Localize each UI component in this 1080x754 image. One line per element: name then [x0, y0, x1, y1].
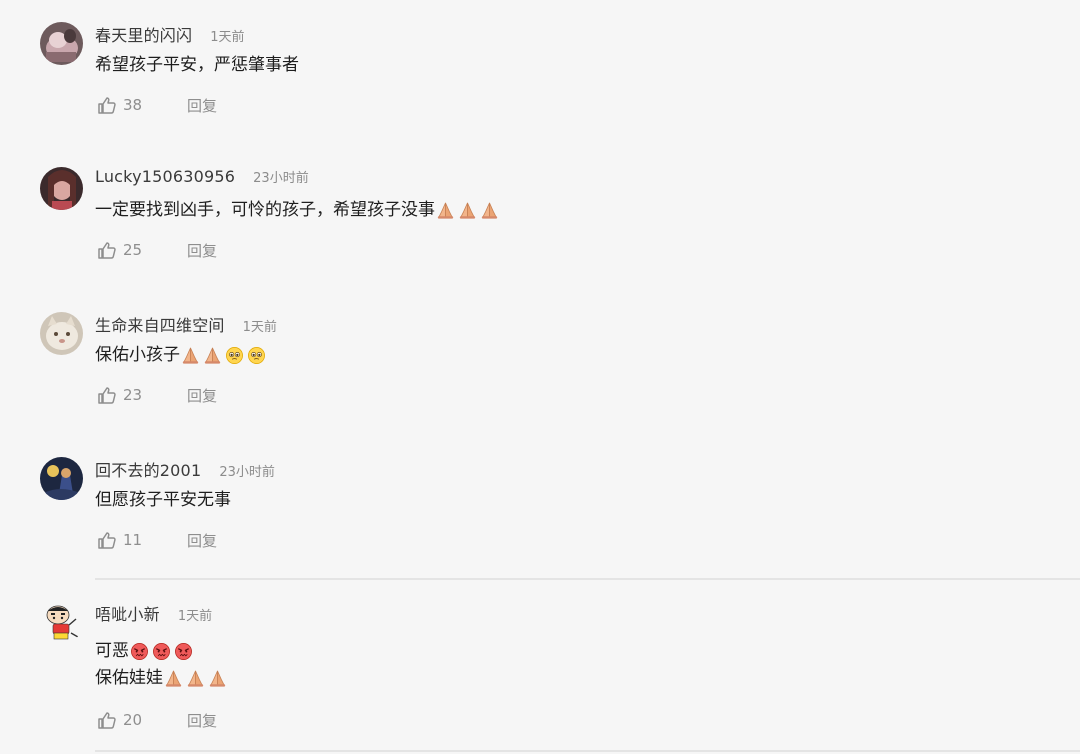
like-button[interactable]: 11	[97, 530, 187, 550]
reply-button[interactable]: 回复	[187, 240, 217, 261]
pray-emoji-icon	[203, 346, 222, 365]
comment-text: 希望孩子平安，严惩肇事者	[95, 55, 299, 75]
comment-text: 但愿孩子平安无事	[95, 490, 231, 510]
comment-item: 生命来自四维空间 1天前 保佑小孩子 23 回复	[0, 312, 1080, 422]
comment-item: 回不去的2001 23小时前 但愿孩子平安无事 11 回复	[0, 457, 1080, 567]
pray-emoji-icon	[186, 669, 205, 688]
thumbs-up-icon	[97, 710, 117, 730]
comment-actions: 25 回复	[97, 239, 217, 261]
like-count: 11	[123, 531, 143, 549]
like-button[interactable]: 25	[97, 240, 187, 260]
avatar[interactable]	[40, 312, 83, 355]
comment-line: 可恶	[95, 638, 230, 665]
comment-actions: 20 回复	[97, 709, 217, 731]
comment-line: 一定要找到凶手，可怜的孩子，希望孩子没事	[95, 197, 502, 224]
avatar[interactable]	[40, 167, 83, 210]
comment-actions: 11 回复	[97, 529, 217, 551]
comment-body: 保佑小孩子	[95, 342, 269, 369]
reply-button[interactable]: 回复	[187, 385, 217, 406]
avatar[interactable]	[40, 22, 83, 65]
comment-list: 春天里的闪闪 1天前 希望孩子平安，严惩肇事者 38 回复 Lucky15063…	[0, 0, 1080, 754]
thumbs-up-icon	[97, 530, 117, 550]
comment-header: 春天里的闪闪 1天前	[95, 22, 245, 46]
avatar-photo-cat-icon	[40, 312, 83, 355]
comment-header: Lucky150630956 23小时前	[95, 167, 309, 189]
thumbs-up-icon	[97, 385, 117, 405]
timestamp: 23小时前	[253, 171, 309, 186]
pray-emoji-icon	[164, 669, 183, 688]
comment-header: 生命来自四维空间 1天前	[95, 312, 277, 336]
timestamp: 23小时前	[219, 465, 275, 480]
emoji-row	[436, 201, 502, 220]
comment-header: 唔呲小新 1天前	[95, 601, 213, 625]
like-count: 25	[123, 241, 143, 259]
like-button[interactable]: 20	[97, 710, 187, 730]
emoji-row	[181, 346, 269, 365]
like-count: 23	[123, 386, 143, 404]
angry-emoji-icon	[152, 642, 171, 661]
comment-line: 希望孩子平安，严惩肇事者	[95, 52, 299, 79]
comment-line: 但愿孩子平安无事	[95, 487, 231, 514]
like-count: 20	[123, 711, 143, 729]
timestamp: 1天前	[177, 609, 213, 624]
pray-emoji-icon	[436, 201, 455, 220]
comment-header: 回不去的2001 23小时前	[95, 457, 275, 481]
reply-button[interactable]: 回复	[187, 95, 217, 116]
comment-body: 但愿孩子平安无事	[95, 487, 231, 514]
like-button[interactable]: 23	[97, 385, 187, 405]
comment-text: 保佑娃娃	[95, 668, 163, 688]
pray-emoji-icon	[458, 201, 477, 220]
pray-emoji-icon	[181, 346, 200, 365]
username[interactable]: 生命来自四维空间	[95, 312, 225, 336]
thumbs-up-icon	[97, 240, 117, 260]
comment-item: 唔呲小新 1天前 可恶 保佑娃娃 20 回复	[0, 601, 1080, 741]
comment-body: 可恶 保佑娃娃	[95, 638, 230, 692]
emoji-row	[164, 669, 230, 688]
pray-emoji-icon	[208, 669, 227, 688]
thumbs-up-icon	[97, 95, 117, 115]
comment-item: Lucky150630956 23小时前 一定要找到凶手，可怜的孩子，希望孩子没…	[0, 167, 1080, 277]
angry-emoji-icon	[174, 642, 193, 661]
comment-text: 保佑小孩子	[95, 345, 180, 365]
reply-button[interactable]: 回复	[187, 530, 217, 551]
comment-line: 保佑小孩子	[95, 342, 269, 369]
pray-emoji-icon	[480, 201, 499, 220]
username[interactable]: 春天里的闪闪	[95, 22, 192, 46]
comment-line: 保佑娃娃	[95, 665, 230, 692]
avatar-cartoon-shinchan-icon	[40, 601, 83, 644]
timestamp: 1天前	[242, 320, 277, 335]
avatar-photo-portrait-icon	[40, 167, 83, 210]
divider	[95, 750, 1080, 752]
avatar[interactable]	[40, 457, 83, 500]
comment-text: 一定要找到凶手，可怜的孩子，希望孩子没事	[95, 200, 435, 220]
angry-emoji-icon	[130, 642, 149, 661]
comment-body: 一定要找到凶手，可怜的孩子，希望孩子没事	[95, 197, 502, 224]
emoji-row	[130, 642, 196, 661]
comment-text: 可恶	[95, 641, 129, 661]
comment-item: 春天里的闪闪 1天前 希望孩子平安，严惩肇事者 38 回复	[0, 22, 1080, 132]
comment-body: 希望孩子平安，严惩肇事者	[95, 52, 299, 79]
like-count: 38	[123, 96, 143, 114]
avatar-photo-pink-icon	[40, 22, 83, 65]
avatar-photo-night-icon	[40, 457, 83, 500]
reply-button[interactable]: 回复	[187, 710, 217, 731]
avatar[interactable]	[40, 601, 83, 644]
pleading-emoji-icon	[225, 346, 244, 365]
timestamp: 1天前	[210, 30, 245, 45]
username[interactable]: Lucky150630956	[95, 167, 235, 186]
comment-actions: 38 回复	[97, 94, 217, 116]
divider	[95, 578, 1080, 580]
username[interactable]: 唔呲小新	[95, 601, 160, 625]
username[interactable]: 回不去的2001	[95, 457, 201, 481]
like-button[interactable]: 38	[97, 95, 187, 115]
comment-actions: 23 回复	[97, 384, 217, 406]
pleading-emoji-icon	[247, 346, 266, 365]
